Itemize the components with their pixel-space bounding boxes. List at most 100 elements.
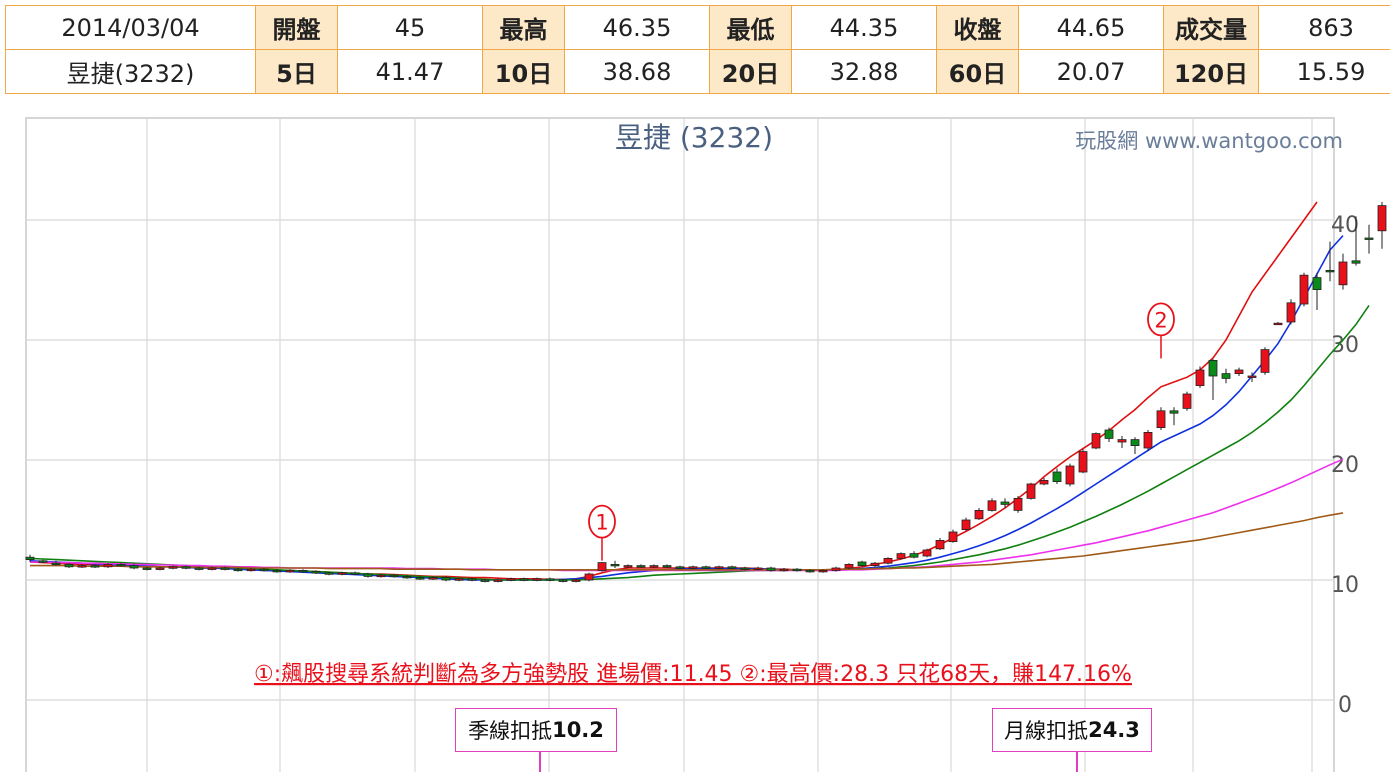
candle-body: [493, 579, 503, 582]
candle-body: [948, 531, 958, 543]
candle-body: [532, 578, 542, 581]
ma20-label: 20日: [709, 49, 792, 94]
candle-body: [1325, 269, 1335, 273]
candle-body: [935, 539, 945, 550]
candle-body: [792, 568, 802, 572]
candle-body: [662, 565, 672, 568]
candle-body: [1130, 439, 1140, 447]
candle-body: [467, 578, 477, 581]
candle-body: [909, 553, 919, 558]
candle-body: [311, 571, 321, 574]
candle: [1013, 496, 1023, 513]
month-deduction-tag: 月線扣抵 24.3: [992, 708, 1152, 752]
candle-body: [597, 562, 607, 571]
low-label: 最低: [709, 5, 792, 50]
candle: [857, 560, 867, 567]
candle-body: [51, 562, 61, 566]
ma5-value: 41.47: [337, 49, 483, 94]
candle: [1260, 347, 1270, 375]
candle-body: [1377, 205, 1387, 232]
candle-body: [1208, 359, 1218, 377]
candle: [896, 552, 906, 560]
candle-body: [181, 566, 191, 569]
watermark: 玩股網 www.wantgoo.com: [1075, 129, 1343, 153]
candle-body: [389, 574, 399, 578]
ma60-value: 20.07: [1018, 49, 1164, 94]
quote-date: 2014/03/04: [5, 5, 256, 50]
ma60-label: 60日: [936, 49, 1019, 94]
candle-body: [766, 567, 776, 571]
candle-body: [545, 578, 555, 581]
candle: [1377, 202, 1387, 249]
ma-row: 昱捷(3232) 5日 41.47 10日 38.68 20日 32.88 60…: [5, 49, 1390, 94]
candle-body: [1065, 465, 1075, 485]
candle: [1299, 272, 1309, 307]
candle-body: [1195, 369, 1205, 387]
candle-body: [1000, 501, 1010, 505]
candle-body: [844, 563, 854, 569]
y-tick-label: 0: [1338, 693, 1352, 718]
y-axis-labels: 010203040: [1331, 213, 1359, 718]
candle: [1065, 463, 1075, 487]
low-value: 44.35: [791, 5, 937, 50]
candle-body: [116, 563, 126, 567]
candle-body: [454, 578, 464, 581]
candle-body: [857, 561, 867, 566]
candle-body: [870, 562, 880, 567]
candle-body: [272, 569, 282, 573]
candle-body: [298, 569, 308, 573]
candle-body: [584, 573, 594, 581]
high-value: 46.35: [564, 5, 710, 50]
candle-body: [1182, 393, 1192, 409]
close-value: 44.65: [1018, 5, 1164, 50]
candle: [584, 572, 594, 582]
ma5-label: 5日: [255, 49, 338, 94]
candle-body: [831, 567, 841, 571]
candle-body: [987, 500, 997, 511]
candle-body: [1104, 429, 1114, 439]
candle-body: [103, 563, 113, 568]
candle-body: [285, 569, 295, 573]
ma10-label: 10日: [482, 49, 565, 94]
candle: [1364, 224, 1374, 254]
candle-body: [1026, 483, 1036, 499]
y-tick-label: 10: [1331, 573, 1359, 598]
volume-label: 成交量: [1163, 5, 1259, 50]
candle-body: [519, 578, 529, 581]
candle-body: [727, 566, 737, 569]
quarter-deduction-tag: 季線扣抵 10.2: [455, 708, 617, 752]
candle-body: [1117, 439, 1127, 443]
candle-body: [480, 579, 490, 582]
candle-body: [155, 567, 165, 570]
candlestick-chart: 010203040 昱捷 (3232) 玩股網 www.wantgoo.com …: [25, 117, 1387, 772]
candle: [1182, 391, 1192, 411]
candle-body: [324, 572, 334, 575]
candle-body: [1156, 410, 1166, 428]
candle-body: [1338, 261, 1348, 286]
candle-body: [623, 565, 633, 568]
candle-body: [1312, 277, 1322, 291]
candle-body: [246, 568, 256, 572]
month-value: 24.3: [1088, 718, 1140, 742]
ma10-value: 38.68: [564, 49, 710, 94]
candle-body: [363, 573, 373, 577]
candle-body: [1364, 237, 1374, 240]
candle-body: [1247, 375, 1257, 378]
candle-body: [1234, 369, 1244, 374]
candle-body: [571, 579, 581, 582]
candle-body: [1169, 410, 1179, 414]
candle-body: [805, 569, 815, 573]
candle-body: [961, 519, 971, 531]
candle-body: [1052, 471, 1062, 483]
candle-body: [402, 575, 412, 579]
candle-body: [1143, 431, 1153, 449]
candle-body: [415, 577, 425, 580]
open-label: 開盤: [255, 5, 338, 50]
candle: [1078, 449, 1088, 474]
candle-body: [207, 567, 217, 570]
candle-body: [818, 569, 828, 573]
candle-body: [896, 553, 906, 559]
candle-body: [1260, 349, 1270, 373]
candle-body: [428, 577, 438, 580]
candle-body: [1221, 373, 1231, 379]
